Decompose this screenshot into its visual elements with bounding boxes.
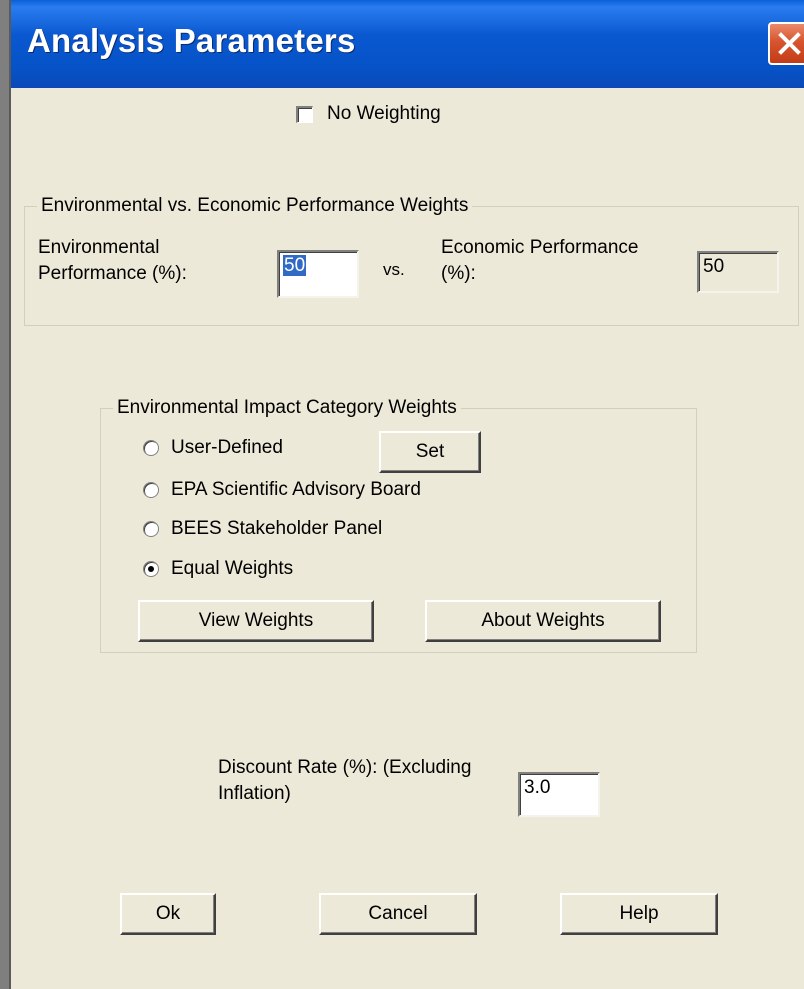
radio-bees-stakeholder-button[interactable] [143, 521, 159, 537]
close-icon [778, 32, 801, 55]
cancel-button[interactable]: Cancel [319, 893, 477, 935]
dialog-client-area: No Weighting Environmental vs. Economic … [11, 88, 804, 989]
discount-rate-input[interactable]: 3.0 [518, 772, 600, 817]
env-econ-group-legend: Environmental vs. Economic Performance W… [37, 195, 473, 217]
environmental-performance-value: 50 [283, 255, 307, 276]
radio-bees-stakeholder-label: BEES Stakeholder Panel [171, 518, 383, 539]
economic-performance-label-line2: (%): [441, 263, 476, 284]
radio-epa-sab-label: EPA Scientific Advisory Board [171, 479, 421, 500]
vs-label: vs. [383, 260, 405, 279]
window-left-border [0, 0, 9, 989]
impact-group-legend: Environmental Impact Category Weights [113, 397, 461, 419]
radio-bees-stakeholder[interactable]: BEES Stakeholder Panel [143, 518, 382, 540]
discount-rate-label-line2: Inflation) [218, 783, 291, 804]
economic-performance-value: 50 [703, 256, 725, 277]
window-title: Analysis Parameters [27, 22, 356, 59]
help-button[interactable]: Help [560, 893, 718, 935]
set-button[interactable]: Set [379, 431, 481, 473]
no-weighting-checkbox[interactable] [296, 105, 313, 123]
radio-epa-sab-button[interactable] [143, 482, 159, 498]
environmental-performance-input[interactable]: 50 [277, 250, 359, 298]
view-weights-button[interactable]: View Weights [138, 600, 374, 642]
about-weights-button[interactable]: About Weights [425, 600, 661, 642]
no-weighting-checkbox-row[interactable]: No Weighting [296, 102, 441, 126]
radio-equal-weights-button[interactable] [143, 561, 159, 577]
discount-rate-label-line1: Discount Rate (%): (Excluding [218, 757, 472, 778]
radio-user-defined-button[interactable] [143, 440, 159, 456]
economic-performance-field: 50 [697, 251, 779, 293]
title-bar[interactable]: Analysis Parameters [11, 0, 804, 88]
radio-epa-sab[interactable]: EPA Scientific Advisory Board [143, 479, 421, 501]
environmental-performance-label-line2: Performance (%): [38, 263, 187, 284]
close-button[interactable] [768, 22, 804, 65]
radio-user-defined[interactable]: User-Defined [143, 437, 283, 459]
discount-rate-value: 3.0 [524, 777, 551, 798]
environmental-performance-label-line1: Environmental [38, 237, 160, 258]
radio-equal-weights-label: Equal Weights [171, 558, 294, 579]
economic-performance-label-line1: Economic Performance [441, 237, 639, 258]
radio-equal-weights[interactable]: Equal Weights [143, 558, 293, 580]
radio-user-defined-label: User-Defined [171, 437, 283, 458]
no-weighting-label: No Weighting [327, 103, 441, 124]
ok-button[interactable]: Ok [120, 893, 216, 935]
